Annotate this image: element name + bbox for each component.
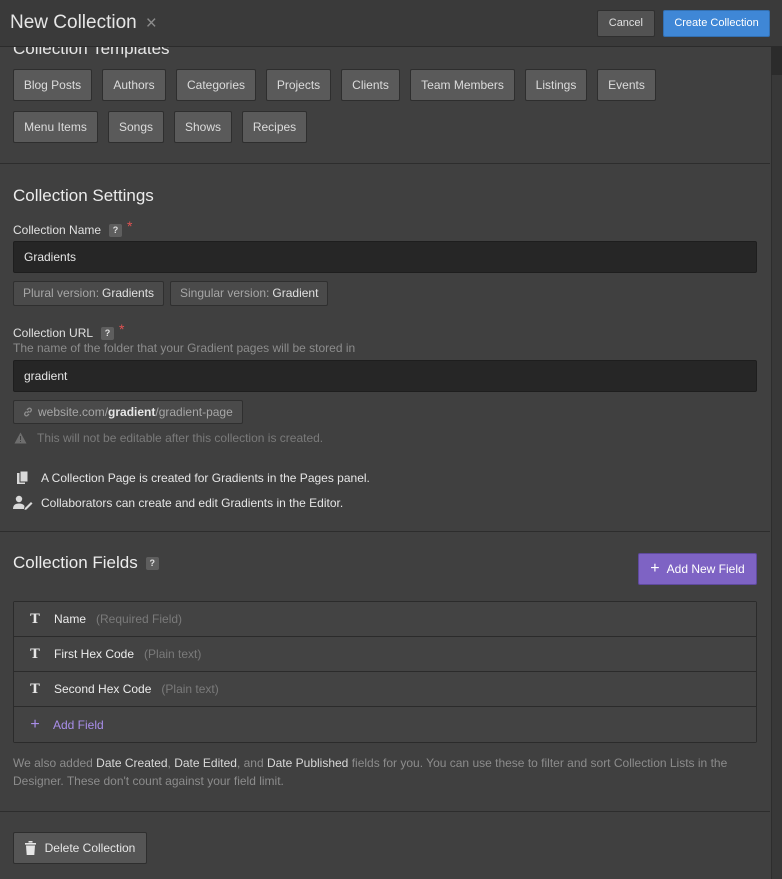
template-button[interactable]: Blog Posts: [13, 69, 92, 101]
modal-body: Collection Templates Blog Posts Authors …: [0, 47, 770, 879]
link-icon: [24, 407, 32, 417]
trash-icon: [24, 841, 36, 855]
collection-fields-section: Collection Fields ? + Add New Field T Na…: [0, 532, 770, 812]
close-icon[interactable]: ×: [146, 14, 157, 33]
template-button[interactable]: Songs: [108, 111, 164, 143]
template-button[interactable]: Clients: [341, 69, 400, 101]
singular-version-pill[interactable]: Singular version: Gradient: [170, 281, 329, 306]
scrollbar-thumb[interactable]: [771, 47, 782, 75]
text-field-icon: T: [30, 646, 40, 662]
note-text: We also added: [13, 756, 97, 770]
field-name: Second Hex Code: [54, 682, 152, 696]
header-actions: Cancel Create Collection: [596, 10, 770, 37]
field-type: (Required Field): [96, 612, 183, 626]
url-preview-suffix: /gradient-page: [155, 405, 233, 419]
field-name: Name: [54, 612, 87, 626]
template-button[interactable]: Recipes: [242, 111, 307, 143]
url-warning-text: This will not be editable after this col…: [37, 431, 324, 445]
url-preview-prefix: website.com/: [38, 405, 109, 419]
url-preview: website.com/gradient/gradient-page: [13, 400, 243, 424]
template-button[interactable]: Categories: [176, 69, 256, 101]
text-field-icon: T: [30, 681, 40, 697]
cancel-button[interactable]: Cancel: [596, 10, 655, 37]
settings-title: Collection Settings: [13, 186, 154, 205]
scrollbar-track[interactable]: [771, 47, 782, 879]
url-warning: This will not be editable after this col…: [14, 431, 323, 445]
template-button[interactable]: Projects: [266, 69, 331, 101]
collection-name-input[interactable]: Gradients: [13, 241, 757, 273]
field-type: (Plain text): [161, 682, 219, 696]
fields-title: Collection Fields ?: [13, 553, 159, 573]
add-new-field-label: Add New Field: [666, 562, 745, 576]
delete-collection-button[interactable]: Delete Collection: [13, 832, 147, 864]
help-icon[interactable]: ?: [145, 556, 159, 570]
template-button[interactable]: Authors: [102, 69, 166, 101]
warning-icon: [14, 432, 27, 444]
collection-url-input[interactable]: gradient: [13, 360, 757, 392]
field-row[interactable]: T Second Hex Code (Plain text): [14, 672, 756, 707]
delete-collection-label: Delete Collection: [44, 841, 136, 855]
info-editor: Collaborators can create and edit Gradie…: [12, 495, 343, 510]
required-mark: *: [119, 321, 125, 337]
note-date-created: Date Created: [96, 756, 168, 770]
collection-name-label: Collection Name ? *: [13, 218, 133, 238]
field-name: First Hex Code: [54, 647, 135, 661]
add-field-row[interactable]: + Add Field: [14, 707, 756, 742]
modal-title: New Collection: [10, 12, 137, 33]
templates-title: Collection Templates: [13, 47, 170, 58]
template-button[interactable]: Team Members: [410, 69, 515, 101]
collection-name-label-text: Collection Name: [13, 223, 102, 237]
field-type: (Plain text): [144, 647, 202, 661]
plural-version-pill[interactable]: Plural version: Gradients: [13, 281, 165, 306]
collection-url-label-text: Collection URL: [13, 326, 94, 340]
plural-value: Gradients: [102, 286, 155, 300]
collection-url-hint: The name of the folder that your Gradien…: [13, 341, 356, 355]
create-collection-button[interactable]: Create Collection: [663, 10, 770, 37]
plus-icon: +: [650, 560, 660, 577]
help-icon[interactable]: ?: [101, 326, 115, 340]
note-date-published: Date Published: [266, 756, 349, 770]
help-icon[interactable]: ?: [109, 223, 123, 237]
fields-title-text: Collection Fields: [13, 553, 138, 572]
collection-url-label: Collection URL ? *: [13, 321, 125, 341]
template-button[interactable]: Events: [597, 69, 656, 101]
pages-icon: [12, 470, 33, 485]
user-edit-icon: [12, 495, 33, 510]
plural-label: Plural version:: [23, 286, 100, 300]
default-fields-note: We also added Date Created, Date Edited,…: [13, 754, 743, 790]
required-mark: *: [127, 218, 133, 234]
add-field-label: Add Field: [53, 717, 104, 732]
template-button[interactable]: Listings: [525, 69, 587, 101]
template-button[interactable]: Shows: [174, 111, 232, 143]
note-date-edited: Date Edited: [174, 756, 237, 770]
info-pages: A Collection Page is created for Gradien…: [12, 470, 370, 485]
info-editor-text: Collaborators can create and edit Gradie…: [41, 495, 344, 510]
modal-header: New Collection × Cancel Create Collectio…: [0, 0, 782, 47]
text-field-icon: T: [30, 611, 40, 627]
field-row[interactable]: T First Hex Code (Plain text): [14, 637, 756, 672]
info-pages-text: A Collection Page is created for Gradien…: [41, 470, 370, 485]
plus-icon: +: [30, 715, 40, 733]
collection-templates-section: Collection Templates Blog Posts Authors …: [0, 47, 770, 164]
url-preview-slug: gradient: [108, 405, 156, 419]
field-list: T Name (Required Field) T First Hex Code…: [13, 601, 757, 743]
singular-label: Singular version:: [180, 286, 270, 300]
note-sep: , and: [236, 756, 267, 770]
singular-value: Gradient: [272, 286, 319, 300]
collection-settings-section: Collection Settings Collection Name ? * …: [0, 164, 770, 532]
template-button[interactable]: Menu Items: [13, 111, 98, 143]
field-row[interactable]: T Name (Required Field): [14, 602, 756, 637]
add-new-field-button[interactable]: + Add New Field: [638, 553, 757, 585]
